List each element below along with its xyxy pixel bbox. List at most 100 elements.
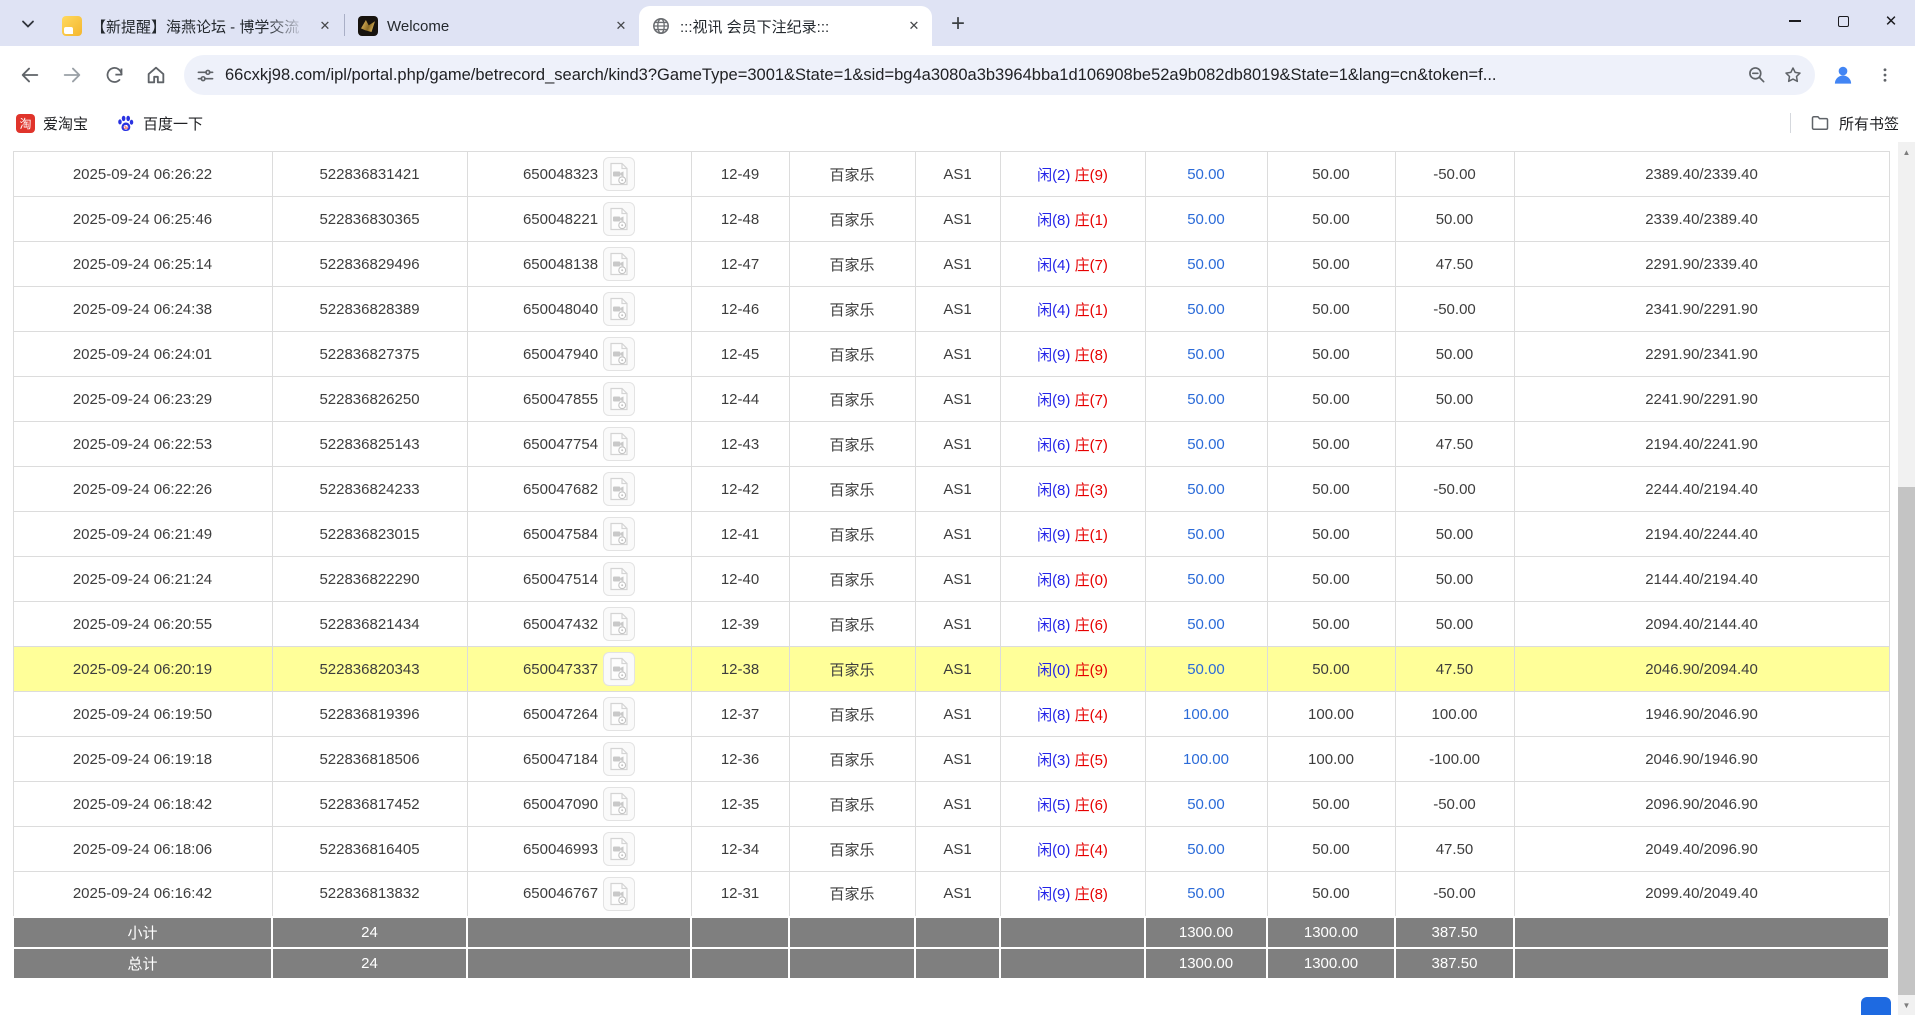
tab-bet-records-active[interactable]: :::视讯 会员下注纪录::: ✕ (639, 6, 932, 46)
video-file-icon (608, 162, 630, 186)
zoom-icon[interactable] (1747, 65, 1767, 85)
winloss-amount: -50.00 (1395, 287, 1514, 332)
game-no: 650047682 (523, 481, 598, 498)
home-button[interactable] (136, 55, 176, 95)
winloss-amount: 50.00 (1395, 197, 1514, 242)
video-replay-button[interactable] (603, 832, 635, 866)
winloss-amount: 100.00 (1395, 692, 1514, 737)
scroll-up-arrow-icon[interactable]: ▲ (1898, 144, 1915, 160)
video-replay-button[interactable] (603, 337, 635, 371)
winloss-amount: -50.00 (1395, 467, 1514, 512)
bet-amount-link[interactable]: 50.00 (1187, 166, 1225, 183)
bet-time: 2025-09-24 06:18:06 (13, 827, 272, 872)
video-replay-button[interactable] (603, 382, 635, 416)
maximize-button[interactable] (1819, 0, 1867, 42)
reload-button[interactable] (94, 55, 134, 95)
address-bar[interactable]: 66cxkj98.com/ipl/portal.php/game/betreco… (184, 55, 1815, 95)
bet-amount-link[interactable]: 50.00 (1187, 796, 1225, 813)
bet-amount-cell: 50.00 (1145, 872, 1267, 917)
video-replay-button[interactable] (603, 292, 635, 326)
tab-forum[interactable]: 【新提醒】海燕论坛 - 博学交流 ✕ (50, 6, 343, 46)
scroll-down-arrow-icon[interactable]: ▼ (1898, 997, 1915, 1013)
bookmark-star-icon[interactable] (1783, 65, 1803, 85)
table-row: 2025-09-24 06:18:42 522836817452 6500470… (13, 782, 1889, 827)
summary-winloss-total: 387.50 (1395, 917, 1514, 948)
bet-amount-link[interactable]: 50.00 (1187, 436, 1225, 453)
bet-id: 522836826250 (272, 377, 467, 422)
bookmark-baidu[interactable]: du 百度一下 (116, 113, 203, 134)
bet-id: 522836829496 (272, 242, 467, 287)
bet-amount-link[interactable]: 50.00 (1187, 571, 1225, 588)
video-replay-button[interactable] (603, 427, 635, 461)
forward-button[interactable] (52, 55, 92, 95)
video-replay-button[interactable] (603, 787, 635, 821)
vertical-scrollbar[interactable]: ▲ ▼ (1898, 142, 1915, 1015)
banker-result: 庄(4) (1075, 707, 1108, 724)
video-replay-button[interactable] (603, 562, 635, 596)
game-name: 百家乐 (789, 242, 915, 287)
player-result: 闲(9) (1037, 392, 1070, 409)
minimize-button[interactable] (1771, 0, 1819, 42)
welcome-favicon-icon (358, 16, 378, 36)
winloss-amount: 47.50 (1395, 242, 1514, 287)
video-replay-button[interactable] (603, 517, 635, 551)
video-replay-button[interactable] (603, 877, 635, 911)
game-name: 百家乐 (789, 422, 915, 467)
game-no: 650047090 (523, 796, 598, 813)
video-replay-button[interactable] (603, 202, 635, 236)
bet-amount-cell: 50.00 (1145, 467, 1267, 512)
video-replay-button[interactable] (603, 607, 635, 641)
bet-amount-link[interactable]: 50.00 (1187, 301, 1225, 318)
round-no: 12-40 (691, 557, 789, 602)
bet-amount-cell: 50.00 (1145, 242, 1267, 287)
bookmark-taobao[interactable]: 淘 爱淘宝 (16, 113, 88, 134)
bet-id: 522836817452 (272, 782, 467, 827)
tab-welcome[interactable]: Welcome ✕ (346, 6, 639, 46)
browser-menu-kebab-icon[interactable] (1865, 55, 1905, 95)
bet-amount-link[interactable]: 50.00 (1187, 481, 1225, 498)
bet-amount-link[interactable]: 100.00 (1183, 751, 1229, 768)
bet-amount-link[interactable]: 50.00 (1187, 661, 1225, 678)
bet-amount-link[interactable]: 50.00 (1187, 841, 1225, 858)
summary-valid-total: 1300.00 (1267, 917, 1395, 948)
tab-strip: 【新提醒】海燕论坛 - 博学交流 ✕ Welcome ✕ :::视讯 会员下注纪… (0, 0, 1915, 46)
back-button[interactable] (10, 55, 50, 95)
tab-search-button[interactable] (12, 8, 44, 40)
all-bookmarks-label[interactable]: 所有书签 (1839, 113, 1899, 134)
close-window-button[interactable]: ✕ (1867, 0, 1915, 42)
close-tab-icon[interactable]: ✕ (611, 16, 631, 36)
bet-amount-link[interactable]: 50.00 (1187, 346, 1225, 363)
close-tab-icon[interactable]: ✕ (315, 16, 335, 36)
bet-amount-link[interactable]: 50.00 (1187, 256, 1225, 273)
floating-action-button[interactable] (1861, 997, 1891, 1015)
balance-before-after: 2049.40/2096.90 (1514, 827, 1889, 872)
bet-amount-link[interactable]: 100.00 (1183, 706, 1229, 723)
banker-result: 庄(1) (1075, 302, 1108, 319)
site-info-icon[interactable] (196, 66, 215, 85)
close-tab-icon[interactable]: ✕ (904, 16, 924, 36)
video-replay-button[interactable] (603, 472, 635, 506)
winloss-amount: 50.00 (1395, 557, 1514, 602)
player-result: 闲(0) (1037, 842, 1070, 859)
bet-amount-link[interactable]: 50.00 (1187, 885, 1225, 902)
bet-amount-link[interactable]: 50.00 (1187, 391, 1225, 408)
game-no-cell: 650047855 (467, 377, 691, 422)
bet-amount-link[interactable]: 50.00 (1187, 616, 1225, 633)
winloss-amount: 50.00 (1395, 602, 1514, 647)
bet-amount-link[interactable]: 50.00 (1187, 211, 1225, 228)
bet-time: 2025-09-24 06:19:50 (13, 692, 272, 737)
banker-result: 庄(1) (1075, 212, 1108, 229)
video-replay-button[interactable] (603, 697, 635, 731)
video-file-icon (608, 702, 630, 726)
url-text[interactable]: 66cxkj98.com/ipl/portal.php/game/betreco… (225, 66, 1737, 85)
video-replay-button[interactable] (603, 247, 635, 281)
video-replay-button[interactable] (603, 157, 635, 191)
bet-amount-link[interactable]: 50.00 (1187, 526, 1225, 543)
video-replay-button[interactable] (603, 652, 635, 686)
scrollbar-thumb[interactable] (1898, 487, 1915, 995)
bet-table-foot: 小计 24 1300.00 1300.00 387.50 总计 24 1300.… (13, 917, 1889, 979)
game-name: 百家乐 (789, 737, 915, 782)
profile-avatar[interactable] (1823, 55, 1863, 95)
video-replay-button[interactable] (603, 742, 635, 776)
new-tab-button[interactable]: + (942, 8, 974, 40)
